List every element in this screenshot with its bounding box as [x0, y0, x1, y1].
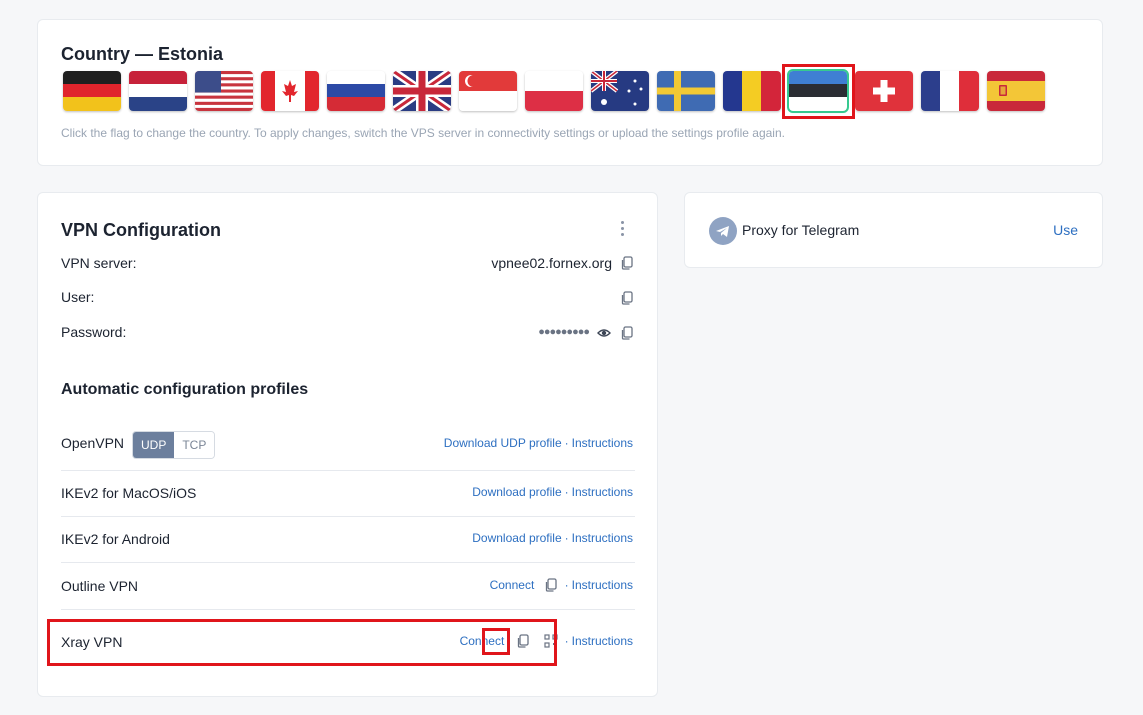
password-label: Password: — [61, 324, 127, 340]
download-profile-macos-link[interactable]: Download profile — [472, 485, 561, 499]
profile-name-ikev2-android: IKEv2 for Android — [61, 531, 170, 547]
divider — [61, 470, 635, 471]
selected-flag-highlight — [782, 64, 855, 119]
profile-name-outline: Outline VPN — [61, 578, 139, 594]
profiles-title: Automatic configuration profiles — [61, 381, 309, 398]
ikev2-macos-links: Download profile · Instructions — [472, 485, 633, 499]
telegram-proxy-label: Proxy for Telegram — [742, 222, 860, 238]
vpn-server-value: vpnee02.fornex.org — [491, 255, 612, 271]
flag-uk[interactable] — [393, 71, 451, 111]
ikev2-android-instructions-link[interactable]: Instructions — [572, 531, 633, 545]
ikev2-android-links: Download profile · Instructions — [472, 531, 633, 545]
divider — [61, 609, 635, 610]
udp-toggle-button[interactable]: UDP — [133, 432, 175, 458]
flag-netherlands[interactable] — [129, 71, 187, 111]
user-label: User: — [61, 289, 95, 305]
flag-canada[interactable] — [261, 71, 319, 111]
copy-password-icon[interactable] — [620, 326, 634, 340]
outline-instructions-link[interactable]: Instructions — [572, 578, 633, 592]
country-hint: Click the flag to change the country. To… — [61, 126, 785, 140]
flag-singapore[interactable] — [459, 71, 517, 111]
ikev2-macos-instructions-link[interactable]: Instructions — [572, 485, 633, 499]
show-password-eye-icon[interactable] — [597, 326, 611, 340]
vpn-config-title: VPN Configuration — [61, 220, 221, 240]
vpn-server-label: VPN server: — [61, 255, 137, 271]
xray-copy-highlight — [482, 628, 510, 655]
protocol-toggle: UDP TCP — [132, 431, 216, 459]
outline-connect-link[interactable]: Connect — [490, 578, 535, 592]
download-udp-profile-link[interactable]: Download UDP profile — [444, 436, 562, 450]
xray-row-highlight — [47, 619, 557, 666]
divider — [61, 562, 635, 563]
flag-france[interactable] — [921, 71, 979, 111]
more-menu-icon[interactable] — [619, 221, 625, 237]
openvpn-links: Download UDP profile · Instructions — [443, 436, 633, 450]
divider — [61, 516, 635, 517]
telegram-use-link[interactable]: Use — [1053, 222, 1078, 238]
profile-name-ikev2-macos: IKEv2 for MacOS/iOS — [61, 485, 197, 501]
country-title: Country — Estonia — [61, 44, 224, 64]
telegram-icon — [709, 217, 737, 245]
flag-romania[interactable] — [723, 71, 781, 111]
country-card: Country — Estonia Click the flag to chan… — [37, 19, 1103, 166]
copy-user-icon[interactable] — [620, 291, 634, 305]
flag-spain[interactable] — [987, 71, 1045, 111]
flag-australia[interactable] — [591, 71, 649, 111]
flag-russia[interactable] — [327, 71, 385, 111]
profile-name-openvpn: OpenVPN — [61, 435, 125, 451]
copy-server-icon[interactable] — [620, 256, 634, 270]
outline-copy-icon[interactable] — [544, 578, 558, 592]
openvpn-instructions-link[interactable]: Instructions — [572, 436, 633, 450]
xray-instructions-link[interactable]: Instructions — [572, 634, 633, 648]
flag-sweden[interactable] — [657, 71, 715, 111]
flag-usa[interactable] — [195, 71, 253, 111]
flag-poland[interactable] — [525, 71, 583, 111]
password-masked: ●●●●●●●●● — [538, 326, 590, 338]
download-profile-android-link[interactable]: Download profile — [472, 531, 561, 545]
vpn-config-card: VPN Configuration VPN server: vpnee02.fo… — [37, 192, 658, 697]
telegram-proxy-card: Proxy for Telegram Use — [684, 192, 1103, 268]
tcp-toggle-button[interactable]: TCP — [174, 432, 215, 458]
flag-switzerland[interactable] — [855, 71, 913, 111]
outline-links: Connect · Instructions — [489, 578, 633, 592]
flag-germany[interactable] — [63, 71, 121, 111]
